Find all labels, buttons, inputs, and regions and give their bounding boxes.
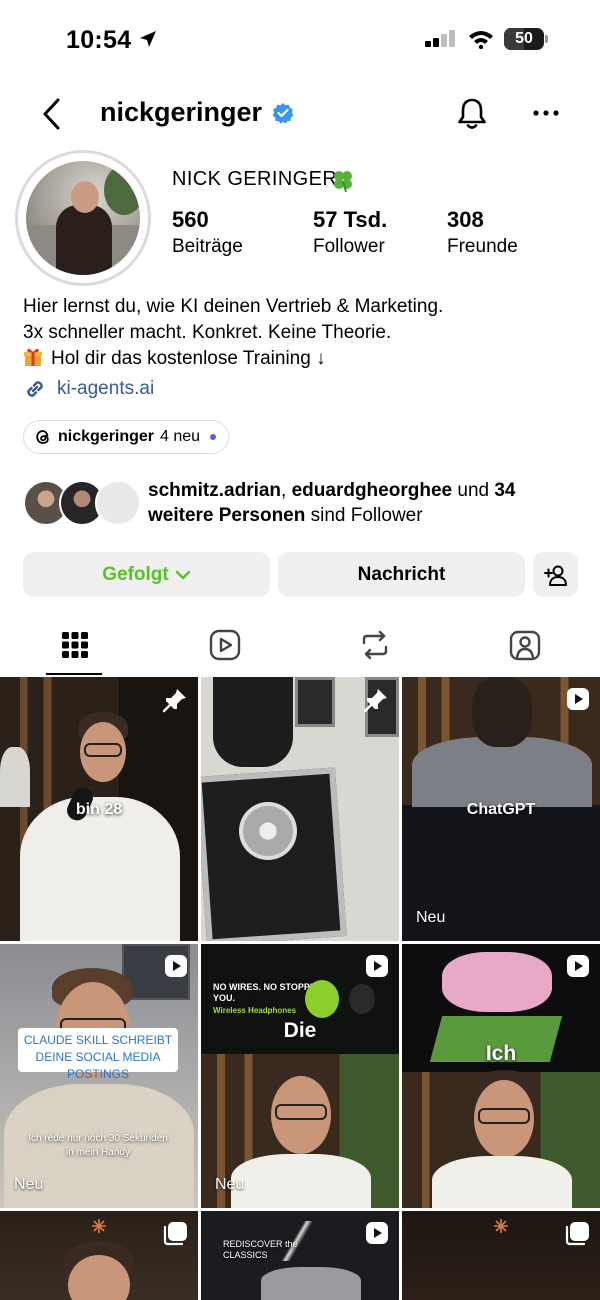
threads-new-count: 4 neu [160,428,201,445]
posts-grid: bin 28 ChatGPT Neu CLAUDE SKILL SCHREIBT… [0,677,600,1300]
post-tile[interactable]: CLAUDE SKILL SCHREIBT DEINE SOCIAL MEDIA… [0,944,198,1208]
following-label: Gefolgt [102,563,169,585]
profile-tabs [0,615,600,677]
reels-icon [209,629,241,661]
stat-friends[interactable]: 308 Freunde [447,207,518,258]
chevron-down-icon [175,570,190,579]
tab-reels[interactable] [150,615,300,675]
gift-icon [24,348,42,366]
profile-avatar[interactable] [15,150,151,286]
mutual-others: weitere Personen [148,505,306,526]
message-button[interactable]: Nachricht [278,552,525,597]
mutual-user-2: eduardgheorghee [291,480,453,501]
message-label: Nachricht [357,563,446,585]
threads-icon [36,430,49,444]
back-chevron-icon[interactable] [40,97,64,131]
mutual-count: 34 [494,480,516,501]
repost-icon [362,630,388,660]
bio-line-2: 3x schneller macht. Konkret. Keine Theor… [23,322,392,343]
mutual-user-1: schmitz.adrian [148,480,282,501]
battery-level: 50 [515,30,533,47]
pin-icon [363,689,387,713]
post-tile[interactable] [201,677,399,941]
pin-icon [162,689,186,713]
location-arrow-icon [140,31,156,47]
mutual-suffix: sind Follower [310,505,423,526]
post-tile[interactable] [0,1211,198,1300]
stat-posts-label: Beiträge [172,236,243,257]
post-new-label: Neu [14,1176,44,1193]
stat-posts-value: 560 [172,207,209,232]
notification-bell-icon[interactable] [456,97,488,131]
mutual-and: und [457,480,490,501]
mutual-followers[interactable]: schmitz.adrian, eduardgheorghee und 34 w… [23,478,583,534]
post-overlay-text: bin 28 [75,801,123,818]
threads-handle: nickgeringer [58,428,155,445]
status-time: 10:54 [66,26,132,54]
cellular-signal-icon [425,30,455,47]
grid-icon [62,632,88,658]
post-tile[interactable]: Ich [402,944,600,1208]
profile-header: nickgeringer [0,85,600,145]
post-overlay-text: ChatGPT [466,801,536,818]
bio-line-3: Hol dir das kostenlose Training ↓ [23,346,583,372]
stat-followers-label: Follower [313,236,385,257]
reel-icon [567,688,589,710]
sparkle-icon [92,1219,106,1233]
profile-bio: Hier lernst du, wie KI deinen Vertrieb &… [23,294,583,372]
stat-friends-value: 308 [447,207,484,232]
link-icon [27,381,43,397]
sparkle-icon [494,1219,508,1233]
post-overlay-text: Die [283,1019,317,1042]
bio-line-3-text: Hol dir das kostenlose Training ↓ [51,348,326,369]
post-tile[interactable]: REDISCOVER the CLASSICS [201,1211,399,1300]
post-tile[interactable] [402,1211,600,1300]
following-button[interactable]: Gefolgt [23,552,270,597]
tab-reposts[interactable] [300,615,450,675]
add-person-icon [543,565,567,586]
post-tile[interactable]: NO WIRES. NO STOPPING YOU. Wireless Head… [201,944,399,1208]
mutual-sep: , [281,480,287,501]
suggest-people-button[interactable] [533,552,578,597]
display-name: NICK GERINGER [172,168,338,190]
threads-badge[interactable]: nickgeringer 4 neu [23,420,230,454]
verified-badge-icon [272,103,294,124]
stat-friends-label: Freunde [447,236,518,257]
post-new-label: Neu [416,909,446,926]
carousel-icon [565,1222,589,1246]
carousel-icon [163,1222,187,1246]
post-overlay-text: Ich [485,1042,517,1065]
battery-tip [545,35,548,43]
stat-followers-value: 57 Tsd. [313,207,388,232]
stat-posts[interactable]: 560 Beiträge [172,207,243,258]
profile-link-text: ki-agents.ai [57,378,155,399]
post-tile[interactable]: ChatGPT Neu [402,677,600,941]
tagged-icon [509,630,541,661]
battery-indicator: 50 [504,28,544,50]
profile-link[interactable]: ki-agents.ai [23,377,154,401]
avatar-image [26,161,140,275]
reel-icon [366,955,388,977]
post-overlay-text: CLAUDE SKILL SCHREIBT DEINE SOCIAL MEDIA… [23,1033,173,1081]
status-bar: 10:54 50 [0,0,600,80]
tab-posts[interactable] [0,615,150,675]
reel-icon [567,955,589,977]
reel-icon [366,1222,388,1244]
wifi-icon [469,31,493,49]
four-leaf-clover-icon [334,171,352,193]
header-username: nickgeringer [100,97,263,127]
post-tile[interactable]: bin 28 [0,677,198,941]
mutual-followers-text: schmitz.adrian, eduardgheorghee und 34 w… [148,478,578,528]
stat-followers[interactable]: 57 Tsd. Follower [313,207,387,258]
tab-tagged[interactable] [450,615,600,675]
threads-unread-dot [210,434,217,440]
post-caption-text: Ich rede nur noch 30 Sekunden in mein Ha… [28,1133,168,1158]
mutual-avatar-3 [95,480,141,526]
post-new-label: Neu [215,1176,245,1193]
more-options-icon[interactable] [533,110,559,116]
post-screen-text: REDISCOVER the CLASSICS [223,1239,298,1260]
bio-line-1: Hier lernst du, wie KI deinen Vertrieb &… [23,296,444,317]
reel-icon [165,955,187,977]
